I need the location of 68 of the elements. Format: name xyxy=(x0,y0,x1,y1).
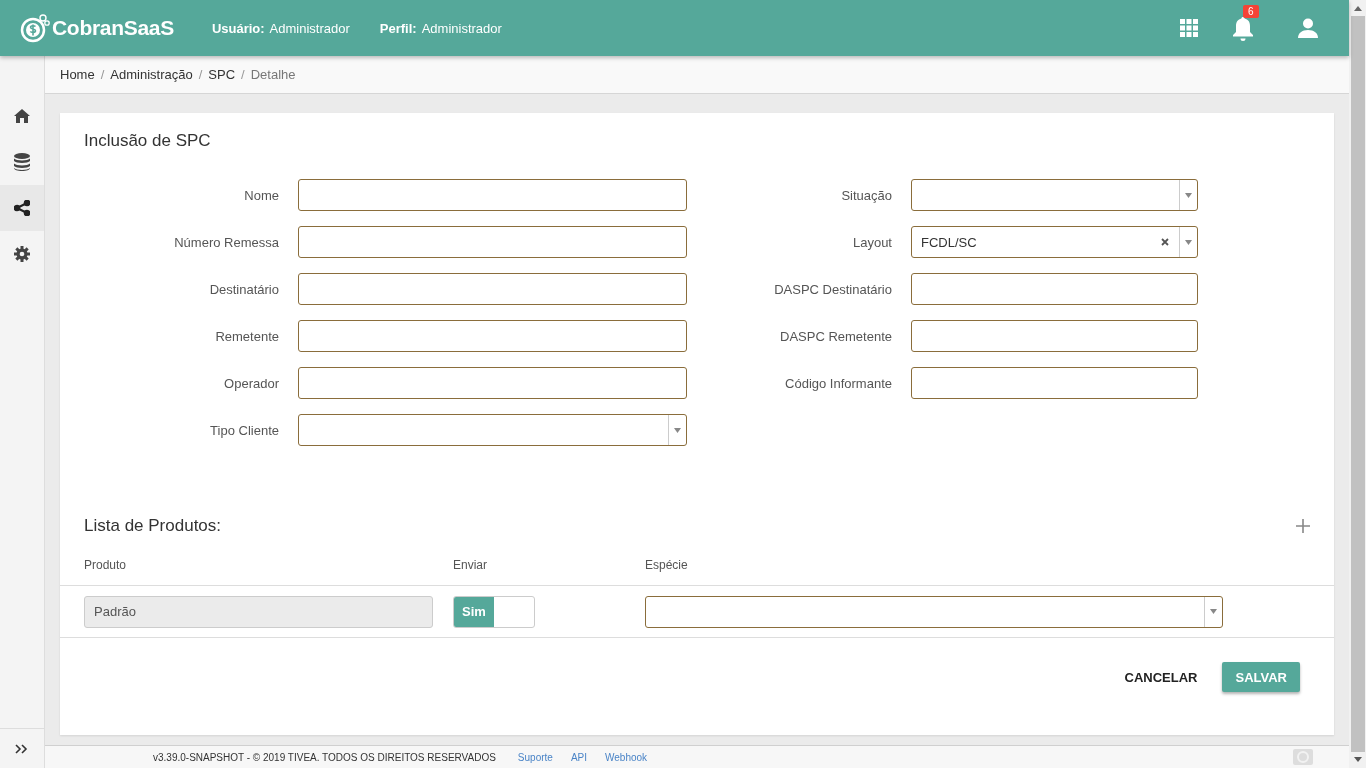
profile-name: Administrador xyxy=(421,20,502,36)
share-icon xyxy=(14,200,30,216)
text-field[interactable] xyxy=(298,226,687,258)
field-label: Operador xyxy=(223,375,279,391)
footer-link[interactable]: Suporte xyxy=(517,751,553,763)
text-field[interactable] xyxy=(298,367,687,399)
breadcrumb-current: Detalhe xyxy=(250,67,296,82)
section-title: Lista de Produtos: xyxy=(84,516,222,536)
footer-link[interactable]: Webhook xyxy=(605,751,648,763)
column-header: Enviar xyxy=(453,557,488,572)
breadcrumb-separator: / xyxy=(198,67,203,82)
text-field[interactable] xyxy=(911,273,1198,305)
profile-label: Perfil: xyxy=(379,20,417,36)
breadcrumb-link[interactable]: SPC xyxy=(208,67,236,82)
scroll-up-icon[interactable] xyxy=(1353,6,1362,11)
field-label: Tipo Cliente xyxy=(209,422,279,438)
text-field[interactable] xyxy=(298,320,687,352)
logo-text: CobranSaaS xyxy=(52,16,174,40)
bell-icon[interactable] xyxy=(1231,15,1255,41)
scrollbar[interactable] xyxy=(1349,0,1366,768)
scroll-down-icon[interactable] xyxy=(1353,757,1362,762)
logo-icon xyxy=(20,13,50,43)
breadcrumb-link[interactable]: Administração xyxy=(110,67,193,82)
database-icon xyxy=(14,153,30,171)
notification-badge: 6 xyxy=(1243,5,1259,18)
expand-icon[interactable] xyxy=(15,743,29,754)
text-field[interactable] xyxy=(298,273,687,305)
field-label: Situação xyxy=(840,187,892,203)
field-label: Código Informante xyxy=(784,375,892,391)
user-name: Administrador xyxy=(269,20,350,36)
apps-grid-icon[interactable] xyxy=(1179,18,1199,38)
select-field[interactable] xyxy=(645,595,1223,628)
select-value: FCDL/SC xyxy=(921,234,978,250)
text-field[interactable] xyxy=(298,179,687,211)
sidebar-item[interactable] xyxy=(0,185,44,231)
text-field[interactable] xyxy=(911,320,1198,352)
field-label: Destinatário xyxy=(208,281,279,297)
footer-link[interactable]: API xyxy=(570,751,587,763)
breadcrumb-link[interactable]: Home xyxy=(60,67,95,82)
field-label: Número Remessa xyxy=(173,234,279,250)
home-icon xyxy=(14,109,30,123)
caret-icon xyxy=(1185,192,1192,198)
breadcrumb-separator: / xyxy=(241,67,245,82)
caret-icon xyxy=(674,427,681,433)
select-field[interactable] xyxy=(298,414,687,446)
caret-icon xyxy=(1185,239,1192,245)
field-label: Nome xyxy=(243,187,279,203)
caret-icon xyxy=(1210,609,1217,614)
add-icon[interactable] xyxy=(1296,519,1310,533)
column-header: Produto xyxy=(84,557,128,572)
form-title: Inclusão de SPC xyxy=(84,131,212,151)
user-icon[interactable] xyxy=(1297,18,1319,38)
select-field[interactable] xyxy=(911,179,1198,211)
field-label: DASPC Remetente xyxy=(779,328,892,344)
field-label: Layout xyxy=(851,234,892,250)
column-header: Espécie xyxy=(645,557,689,572)
scroll-thumb[interactable] xyxy=(1350,16,1365,752)
clear-icon[interactable] xyxy=(1161,238,1169,246)
footer-logo-icon xyxy=(1293,749,1313,765)
cancel-button[interactable]: CANCELAR xyxy=(1111,662,1211,692)
settings-icon xyxy=(14,246,30,262)
copyright-text: v3.39.0-SNAPSHOT - © 2019 TIVEA. TODOS OS DIREITOS RESERVADOS xyxy=(153,751,496,763)
breadcrumb-separator: / xyxy=(100,67,105,82)
field-label: DASPC Destinatário xyxy=(773,281,892,297)
user-label: Usuário: xyxy=(211,20,265,36)
text-field[interactable] xyxy=(911,367,1198,399)
select-field[interactable]: FCDL/SC xyxy=(911,226,1198,258)
field-label: Remetente xyxy=(214,328,279,344)
